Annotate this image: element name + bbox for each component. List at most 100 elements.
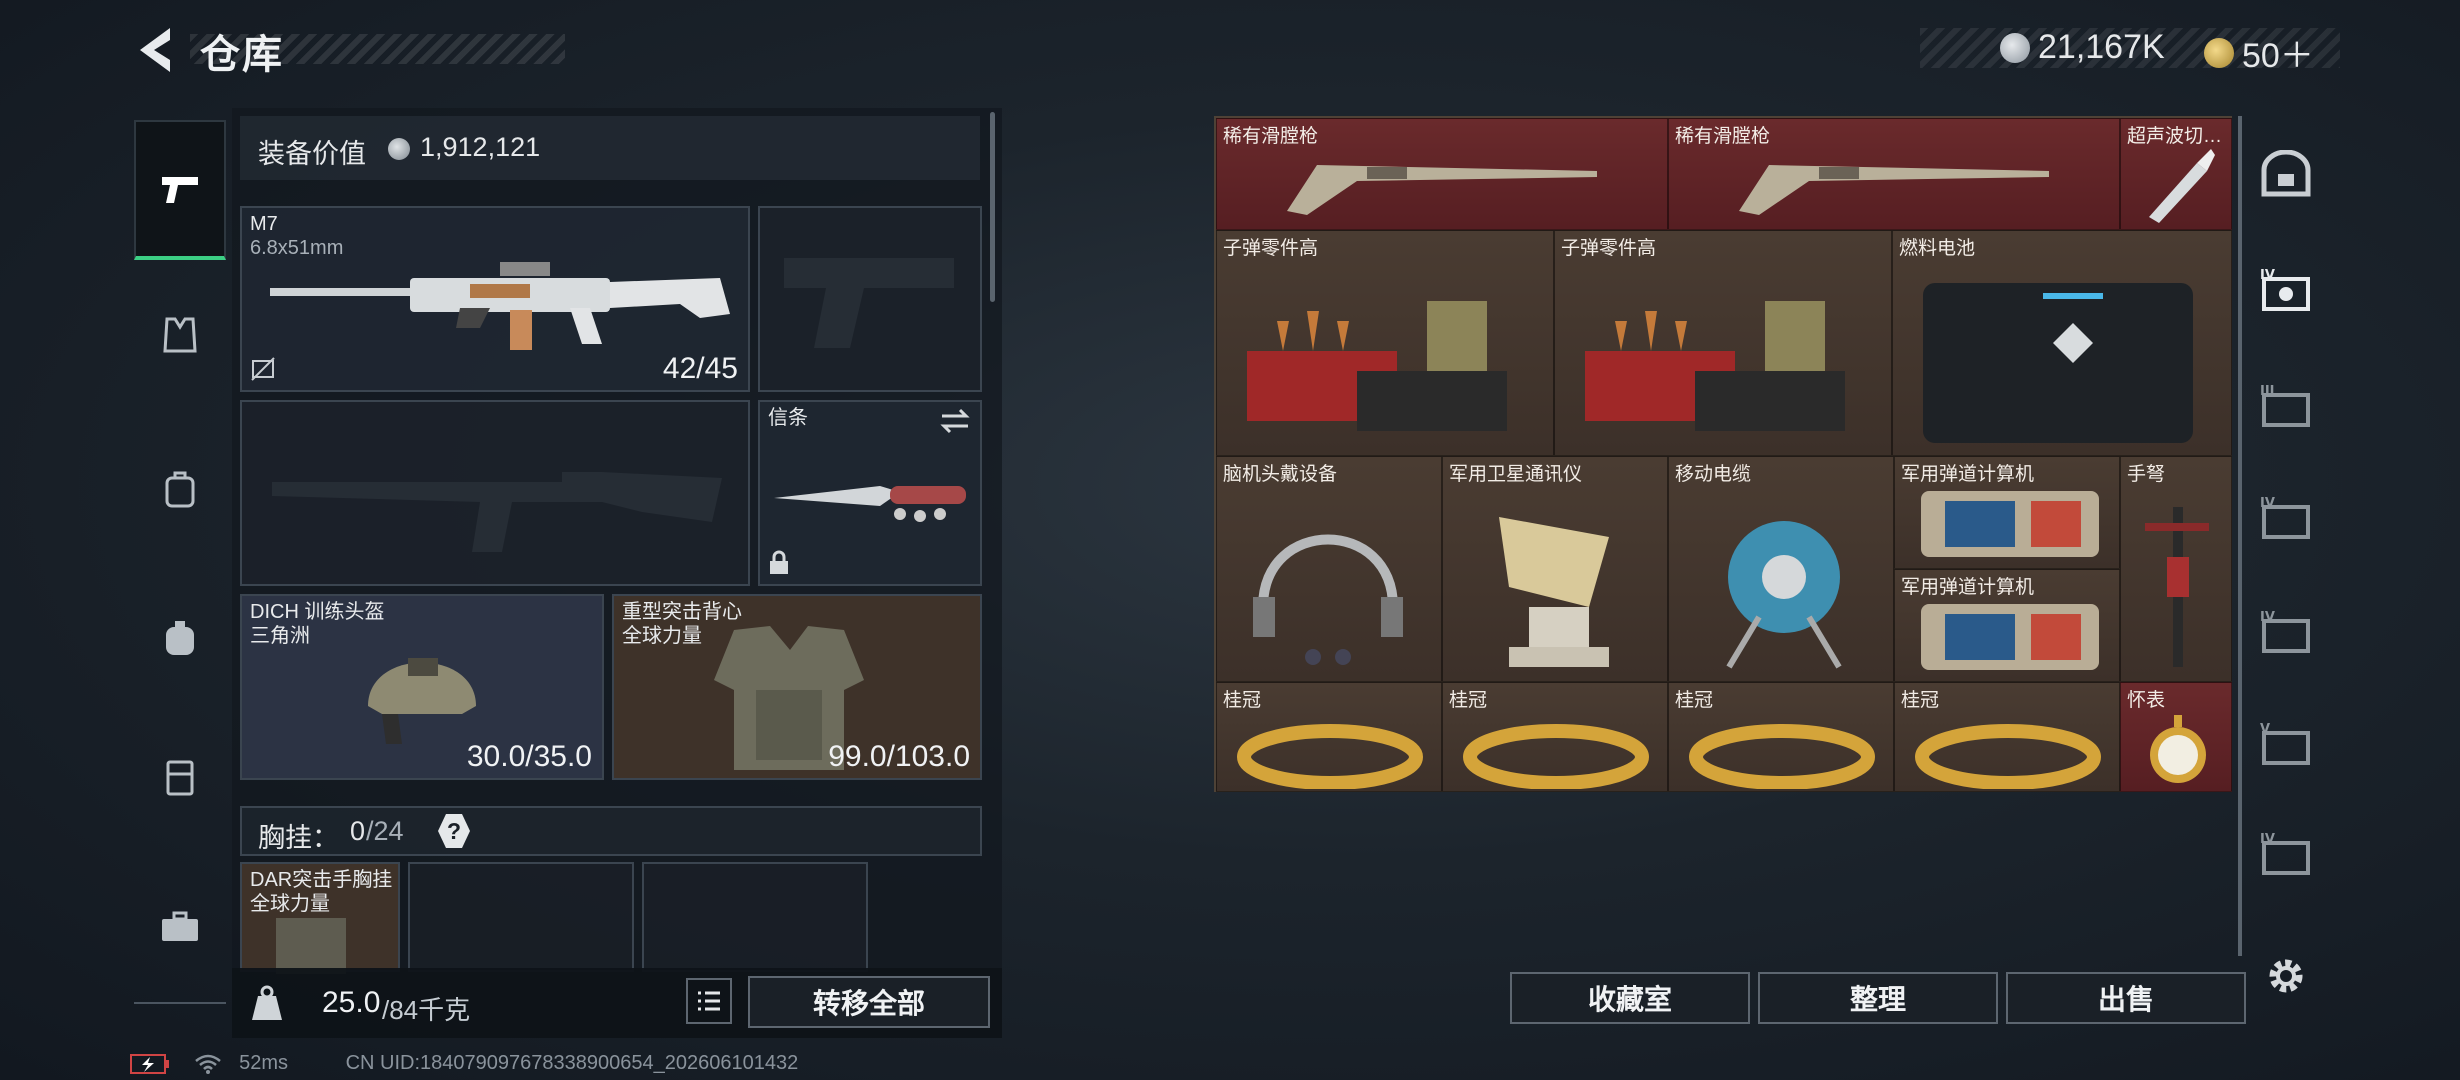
item-label: 手弩: [2127, 464, 2166, 485]
stash-item-pocket-watch[interactable]: 怀表: [2120, 682, 2232, 792]
svg-text:IV: IV: [2260, 832, 2275, 847]
stash-item-ballistic-computer-1[interactable]: 军用弹道计算机: [1894, 456, 2120, 569]
satellite-image: [1499, 517, 1609, 667]
stash-item-musket-2[interactable]: 稀有滑膛枪: [1668, 118, 2120, 230]
sort-button[interactable]: 整理: [1758, 972, 1998, 1024]
armor-slot[interactable]: 重型突击背心 全球力量 99.0/103.0: [612, 594, 982, 780]
melee-slot[interactable]: 信条: [758, 400, 982, 586]
storage-tab-6[interactable]: IV: [2248, 816, 2324, 892]
sidebar-divider: [134, 1002, 226, 1004]
help-icon[interactable]: ?: [438, 814, 470, 848]
equipment-value: 1,912,121: [420, 132, 541, 162]
secondary-weapon-slot[interactable]: [240, 400, 750, 586]
svg-text:IV: IV: [2260, 610, 2275, 625]
collection-room-button[interactable]: 收藏室: [1510, 972, 1750, 1024]
item-label: 子弹零件高: [1561, 238, 1657, 259]
weight-icon: [252, 985, 282, 1020]
stash-item-satellite-comm[interactable]: 军用卫星通讯仪: [1442, 456, 1668, 682]
backpack-small-icon: [165, 471, 195, 508]
cable-reel-image: [1726, 521, 1842, 669]
item-label: 桂冠: [1449, 690, 1488, 711]
musket-image: [1287, 165, 1597, 215]
gold-coin-icon: [2204, 37, 2234, 68]
sidebar-backpack-tab[interactable]: [134, 588, 226, 688]
loadout-panel: 装备价值 1,912,121 M7 6.8x51mm 42/45 信条 DICH…: [232, 108, 1002, 1038]
stash-item-ultrasonic-cutter[interactable]: 超声波切…: [2120, 118, 2232, 230]
ballistic-computer-image: [1921, 604, 2099, 670]
primary-weapon-slot[interactable]: M7 6.8x51mm 42/45: [240, 206, 750, 392]
sell-button[interactable]: 出售: [2006, 972, 2246, 1024]
svg-text:V: V: [2260, 722, 2270, 737]
item-label: 桂冠: [1901, 690, 1940, 711]
item-label: 燃料电池: [1899, 238, 1976, 259]
item-label: 军用弹道计算机: [1901, 464, 2035, 485]
helmet-durability: 30.0/35.0: [466, 740, 592, 773]
stash-item-laurel-3[interactable]: 桂冠: [1668, 682, 1894, 792]
stash-item-fuel-cell[interactable]: 燃料电池: [1892, 230, 2232, 456]
helmet-slot[interactable]: DICH 训练头盔 三角洲 30.0/35.0: [240, 594, 604, 780]
storage-tab-5[interactable]: V: [2248, 706, 2324, 782]
stash-item-crossbow[interactable]: 手弩: [2120, 456, 2232, 682]
gear-icon[interactable]: [2264, 954, 2308, 998]
vault-tab[interactable]: [2248, 136, 2324, 212]
back-arrow-icon[interactable]: [130, 24, 178, 76]
rig-icon: [166, 760, 194, 796]
chest-rig-label: 胸挂：: [258, 823, 339, 853]
equipment-value-label: 装备价值: [258, 139, 366, 169]
chest-rig-slot[interactable]: DAR突击手胸挂 全球力量: [240, 862, 400, 974]
left-sidebar: [134, 108, 226, 1008]
backpack-icon: [166, 621, 194, 655]
stash-item-mobile-cable[interactable]: 移动电缆: [1668, 456, 1894, 682]
storage-tab-1[interactable]: IV: [2248, 252, 2324, 328]
sidearm-slot[interactable]: [758, 206, 982, 392]
wifi-icon: [194, 1054, 221, 1074]
scrollbar[interactable]: [990, 112, 995, 302]
sidebar-weapons-tab[interactable]: [134, 120, 226, 260]
list-view-button[interactable]: [686, 978, 732, 1024]
sidebar-rig-tab[interactable]: [134, 728, 226, 828]
stash-item-ballistic-computer-2[interactable]: 军用弹道计算机: [1894, 569, 2120, 682]
stash-item-musket-1[interactable]: 稀有滑膛枪: [1216, 118, 1668, 230]
sidebar-pack-tab[interactable]: [134, 440, 226, 540]
gold-currency[interactable]: 50＋: [2204, 28, 2314, 77]
rig-empty-slot-2[interactable]: [642, 862, 868, 972]
lock-icon: [770, 550, 788, 574]
transfer-all-button[interactable]: 转移全部: [748, 976, 990, 1028]
musket-image: [1739, 165, 2049, 215]
swap-icon[interactable]: [938, 408, 972, 434]
stash-item-laurel-2[interactable]: 桂冠: [1442, 682, 1668, 792]
storage-tab-2[interactable]: III: [2248, 368, 2324, 444]
storage-tab-4[interactable]: IV: [2248, 594, 2324, 670]
stash-item-bullet-parts-2[interactable]: 子弹零件高: [1554, 230, 1892, 456]
stash-item-laurel-4[interactable]: 桂冠: [1894, 682, 2120, 792]
sidebar-toolbox-tab[interactable]: [134, 878, 226, 978]
stash-item-bullet-parts-1[interactable]: 子弹零件高: [1216, 230, 1554, 456]
svg-text:IV: IV: [2260, 496, 2275, 511]
storage-tier-iii-icon: III: [2260, 384, 2310, 427]
silver-coin-icon: [388, 138, 410, 160]
helmet-image: [368, 658, 476, 744]
rifle-silhouette-icon: [272, 472, 722, 552]
sidebar-armor-tab[interactable]: [134, 286, 226, 386]
item-label: 军用弹道计算机: [1901, 577, 2035, 598]
item-label: 脑机头戴设备: [1223, 464, 1338, 485]
chest-rig-header: 胸挂： 0 /24 ?: [240, 806, 982, 856]
stash-item-bci-headset[interactable]: 脑机头戴设备: [1216, 456, 1442, 682]
weight-max: /84千克: [382, 995, 471, 1025]
rig-empty-slot-1[interactable]: [408, 862, 634, 972]
page-title: 仓库: [200, 33, 284, 77]
crossbow-image: [2145, 507, 2209, 667]
ammo-count: 42/45: [662, 352, 738, 385]
knife-image: [774, 486, 966, 522]
silver-amount: 21,167K: [2038, 28, 2165, 66]
item-label: 超声波切…: [2127, 126, 2223, 147]
toolbox-icon: [162, 911, 198, 941]
storage-tab-3[interactable]: IV: [2248, 480, 2324, 556]
battery-charging-icon: [130, 1053, 169, 1074]
laurel-image: [1463, 724, 1649, 789]
stash-scrollbar[interactable]: [2238, 116, 2242, 956]
stash-item-laurel-1[interactable]: 桂冠: [1216, 682, 1442, 792]
vest-icon: [163, 317, 197, 353]
no-durability-icon: [251, 357, 275, 381]
item-label: 移动电缆: [1675, 464, 1752, 485]
